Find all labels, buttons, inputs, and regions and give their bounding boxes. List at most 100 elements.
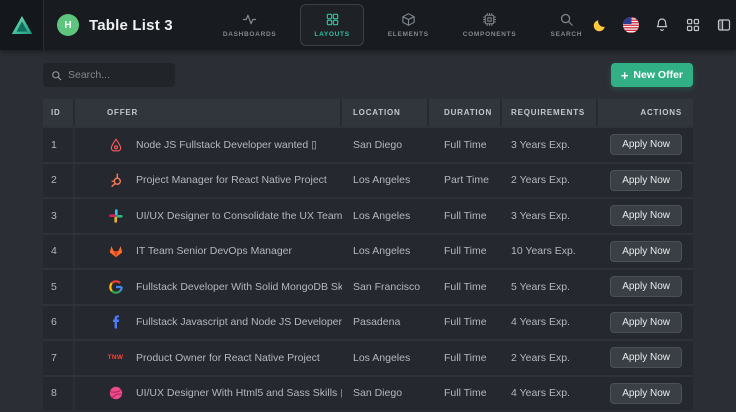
nav-item-label: LAYOUTS: [314, 31, 349, 38]
offer-text: Product Owner for React Native Project: [136, 352, 320, 364]
table-row: 5 Fullstack Developer With Solid MongoDB…: [43, 268, 693, 304]
location-cell: Pasadena: [342, 306, 429, 340]
apps-grid-icon[interactable]: [685, 17, 701, 33]
duration-cell: Full Time: [429, 235, 502, 269]
offer-text: Node JS Fullstack Developer wanted ▯: [136, 139, 317, 151]
nav-item-label: DASHBOARDS: [223, 31, 277, 38]
nav-item-label: ELEMENTS: [388, 31, 429, 38]
offer-text: UI/UX Designer With Html5 and Sass Skill…: [136, 387, 342, 399]
requirements-cell: 4 Years Exp.: [502, 377, 598, 411]
location-cell: San Francisco: [342, 270, 429, 304]
table-row: 4 IT Team Senior DevOps Manager Los Ange…: [43, 233, 693, 269]
bell-icon[interactable]: [654, 17, 670, 33]
triangle-logo-icon: [10, 13, 34, 37]
header-cell-location: LOCATION: [342, 99, 429, 126]
location-cell: Los Angeles: [342, 164, 429, 198]
requirements-cell: 10 Years Exp.: [502, 235, 598, 269]
slack-icon: [107, 207, 124, 224]
row-id: 6: [43, 306, 75, 340]
app-logo[interactable]: [0, 0, 44, 50]
nav-item-components[interactable]: COMPONENTS: [453, 5, 527, 45]
apply-now-button[interactable]: Apply Now: [610, 205, 682, 226]
requirements-cell: 2 Years Exp.: [502, 341, 598, 375]
google-icon: [107, 278, 124, 295]
row-id: 5: [43, 270, 75, 304]
moon-icon[interactable]: [592, 17, 608, 33]
offer-text: Fullstack Developer With Solid MongoDB S…: [136, 281, 342, 293]
row-id: 4: [43, 235, 75, 269]
apply-now-button[interactable]: Apply Now: [610, 312, 682, 333]
table-row: 1 Node JS Fullstack Developer wanted ▯ S…: [43, 126, 693, 162]
apply-now-button[interactable]: Apply Now: [610, 134, 682, 155]
requirements-cell: 3 Years Exp.: [502, 128, 598, 162]
facebook-icon: [107, 314, 124, 331]
hubspot-icon: [107, 172, 124, 189]
offer-text: Fullstack Javascript and Node JS Develop…: [136, 316, 342, 328]
airbnb-icon: [107, 136, 124, 153]
table-row: 6 Fullstack Javascript and Node JS Devel…: [43, 304, 693, 340]
project-badge: H: [57, 14, 79, 36]
row-id: 2: [43, 164, 75, 198]
requirements-cell: 4 Years Exp.: [502, 306, 598, 340]
layout-grid-icon: [325, 12, 340, 27]
tnw-icon: TNW: [107, 349, 124, 366]
dribbble-icon: [107, 385, 124, 402]
cpu-icon: [482, 12, 497, 27]
duration-cell: Full Time: [429, 377, 502, 411]
navbar: H Table List 3 DASHBOARDS LAYOUTS ELEMEN…: [0, 0, 736, 50]
apply-now-button[interactable]: Apply Now: [610, 347, 682, 368]
header-cell-id: ID: [43, 99, 75, 126]
navbar-right: [592, 12, 736, 38]
box-icon: [401, 12, 416, 27]
table-row: 7 TNW Product Owner for React Native Pro…: [43, 339, 693, 375]
us-flag-icon[interactable]: [623, 17, 639, 33]
row-id: 8: [43, 377, 75, 411]
gitlab-icon: [107, 243, 124, 260]
location-cell: Los Angeles: [342, 341, 429, 375]
header-cell-offer: OFFER: [75, 99, 342, 126]
toolbar: + New Offer: [43, 63, 693, 87]
new-offer-button[interactable]: + New Offer: [611, 63, 693, 87]
duration-cell: Full Time: [429, 270, 502, 304]
apply-now-button[interactable]: Apply Now: [610, 170, 682, 191]
offer-text: IT Team Senior DevOps Manager: [136, 245, 292, 257]
requirements-cell: 3 Years Exp.: [502, 199, 598, 233]
duration-cell: Part Time: [429, 164, 502, 198]
requirements-cell: 5 Years Exp.: [502, 270, 598, 304]
nav-item-layouts[interactable]: LAYOUTS: [300, 4, 363, 46]
nav-item-label: SEARCH: [551, 31, 583, 38]
new-offer-label: New Offer: [633, 69, 683, 81]
plus-icon: +: [621, 69, 629, 82]
header-cell-actions: ACTIONS: [598, 99, 692, 126]
search-icon: [559, 12, 574, 27]
nav-item-label: COMPONENTS: [463, 31, 517, 38]
duration-cell: Full Time: [429, 199, 502, 233]
nav-item-search[interactable]: SEARCH: [540, 5, 592, 45]
nav-items: DASHBOARDS LAYOUTS ELEMENTS COMPONENTS S…: [213, 4, 593, 46]
apply-now-button[interactable]: Apply Now: [610, 241, 682, 262]
search-input[interactable]: [68, 69, 167, 81]
table-row: 8 UI/UX Designer With Html5 and Sass Ski…: [43, 375, 693, 411]
offer-text: UI/UX Designer to Consolidate the UX Tea…: [136, 210, 342, 222]
search-box[interactable]: [43, 63, 175, 87]
nav-item-elements[interactable]: ELEMENTS: [378, 5, 439, 45]
requirements-cell: 2 Years Exp.: [502, 164, 598, 198]
location-cell: Los Angeles: [342, 199, 429, 233]
duration-cell: Full Time: [429, 306, 502, 340]
table-row: 3 UI/UX Designer to Consolidate the UX T…: [43, 197, 693, 233]
duration-cell: Full Time: [429, 128, 502, 162]
location-cell: San Diego: [342, 128, 429, 162]
apply-now-button[interactable]: Apply Now: [610, 276, 682, 297]
header-cell-duration: DURATION: [429, 99, 502, 126]
sidebar-toggle-icon[interactable]: [716, 17, 732, 33]
apply-now-button[interactable]: Apply Now: [610, 383, 682, 404]
table-body: 1 Node JS Fullstack Developer wanted ▯ S…: [43, 126, 693, 410]
nav-item-dashboards[interactable]: DASHBOARDS: [213, 5, 287, 45]
location-cell: Los Angeles: [342, 235, 429, 269]
duration-cell: Full Time: [429, 341, 502, 375]
header-cell-requirements: REQUIREMENTS: [502, 99, 598, 126]
table-row: 2 Project Manager for React Native Proje…: [43, 162, 693, 198]
row-id: 7: [43, 341, 75, 375]
page-title: Table List 3: [89, 17, 173, 34]
activity-icon: [242, 12, 257, 27]
